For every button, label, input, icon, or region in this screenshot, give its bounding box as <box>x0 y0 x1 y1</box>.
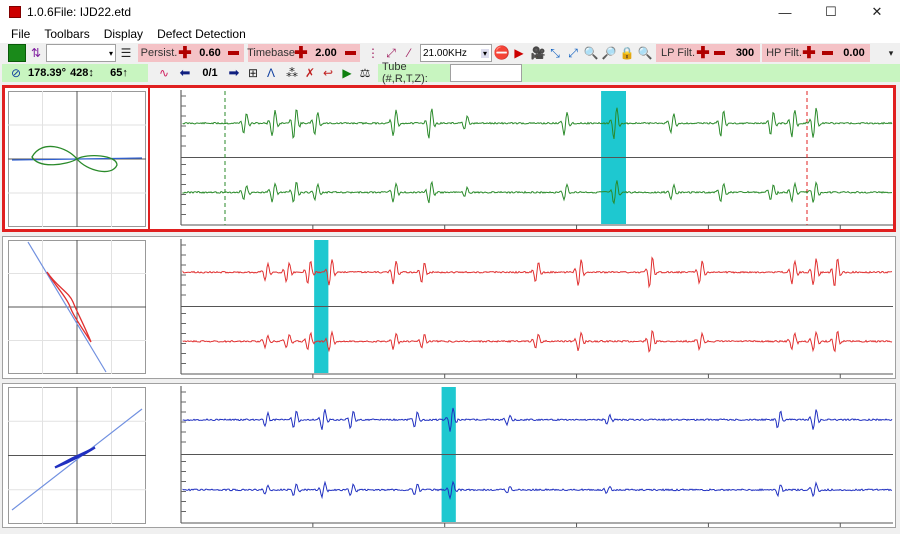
signal-trace <box>182 407 893 432</box>
grid-icon[interactable]: ⊞ <box>246 64 260 82</box>
zoom-reset-icon[interactable]: 🔍 <box>638 44 653 62</box>
prev-arrow-icon[interactable]: ⬅ <box>177 64 193 82</box>
lissajous-plot-1[interactable] <box>8 91 146 227</box>
status-strip <box>0 530 900 534</box>
menu-display[interactable]: Display <box>97 27 150 41</box>
lp-filter-plus-button[interactable]: ✚ <box>696 44 710 62</box>
menu-defect-detection[interactable]: Defect Detection <box>150 27 253 41</box>
maximize-button[interactable]: ☐ <box>808 0 854 24</box>
list-icon[interactable]: ☰ <box>119 44 133 62</box>
chevron-down-icon[interactable]: ▾ <box>480 48 489 58</box>
camera-icon[interactable]: 🎥 <box>530 44 546 62</box>
menu-file[interactable]: File <box>4 27 37 41</box>
lissajous-canvas-2 <box>8 240 146 374</box>
strip-chart-3[interactable] <box>153 384 893 527</box>
angle-readout: 178.39° <box>27 67 67 79</box>
app-window: 1.0.6File: IJD22.etd — ☐ ✕ File Toolbars… <box>0 0 900 534</box>
lissajous-plot-3[interactable] <box>8 387 146 524</box>
strip-canvas-1 <box>180 90 893 229</box>
peak-icon[interactable]: Λ <box>264 64 278 82</box>
signal-trace <box>182 256 893 289</box>
span-readout: 428↕ <box>70 67 94 79</box>
expand-icon[interactable]: ⤢ <box>566 44 580 62</box>
page-counter: 0/1 <box>202 67 218 79</box>
angle-icon[interactable]: ⁄ <box>402 44 416 62</box>
main-toolbar: ⇅ ▾ ☰ Persist. ✚ 0.60 Timebase ✚ 2.00 ⋮ … <box>0 43 900 63</box>
scatter-icon[interactable]: ⁂ <box>285 64 299 82</box>
lp-filter-label: LP Filt. <box>660 47 696 59</box>
measure-toolbar: ⊘ 178.39° 428↕ 65↑ ∿ ⬅ 0/1 ➡ ⊞ Λ ⁂ ✗ ↩ ▶… <box>0 61 900 85</box>
gain-readout: 65↑ <box>110 67 128 79</box>
zoom-out-icon[interactable]: 🔍 <box>584 44 599 62</box>
strip-chart-1[interactable] <box>153 88 893 229</box>
strip-canvas-3 <box>180 386 893 527</box>
channel-panel-1[interactable] <box>2 85 896 232</box>
tube-label: Tube (#,R,T,Z): <box>382 61 428 85</box>
forward-icon[interactable]: ▶ <box>339 64 355 82</box>
frequency-select[interactable]: 21.00KHz ▾ <box>420 44 492 62</box>
signal-trace <box>182 480 892 501</box>
app-icon <box>9 6 21 18</box>
channel-swap-icon[interactable]: ⇅ <box>28 44 44 62</box>
panel-divider <box>148 88 150 229</box>
next-arrow-icon[interactable]: ➡ <box>226 64 242 82</box>
undo-icon[interactable]: ↩ <box>321 64 335 82</box>
toolbar-overflow-icon[interactable]: ▾ <box>886 44 896 62</box>
hp-filter-plus-button[interactable]: ✚ <box>802 44 816 62</box>
lissajous-canvas-1 <box>8 91 146 227</box>
menu-toolbars[interactable]: Toolbars <box>37 27 96 41</box>
timebase-label: Timebase <box>247 47 295 59</box>
signal-icon[interactable]: ∿ <box>156 64 172 82</box>
strip-chart-2[interactable] <box>153 237 893 378</box>
minimize-button[interactable]: — <box>762 0 808 24</box>
zoom-in-icon[interactable]: 🔎 <box>602 44 617 62</box>
marker-icon[interactable]: ✗ <box>303 64 317 82</box>
stop-icon[interactable]: ⛔ <box>494 44 510 62</box>
rotate-icon[interactable]: ⤢ <box>384 44 398 62</box>
channel-panel-2[interactable] <box>2 236 896 379</box>
tube-input[interactable] <box>450 64 522 82</box>
persist-label: Persist. <box>140 47 178 59</box>
hp-filter-minus-button[interactable] <box>820 44 834 62</box>
signal-trace <box>182 107 893 140</box>
timebase-minus-button[interactable] <box>343 44 357 62</box>
strip-canvas-2 <box>180 239 893 378</box>
persist-plus-button[interactable]: ✚ <box>178 44 192 62</box>
signal-trace <box>182 180 892 205</box>
lissajous-canvas-3 <box>8 387 146 524</box>
balance-icon[interactable]: ⚖ <box>358 64 372 82</box>
signal-trace <box>182 329 893 353</box>
play-icon[interactable]: ▶ <box>512 44 526 62</box>
cursor-icon[interactable]: ⋮ <box>366 44 380 62</box>
channel-panel-3[interactable] <box>2 383 896 528</box>
color-swatch-button[interactable] <box>8 44 26 62</box>
lissajous-plot-2[interactable] <box>8 240 146 374</box>
lock-icon[interactable]: 🔒 <box>620 44 635 62</box>
lp-filter-minus-button[interactable] <box>712 44 726 62</box>
window-title: 1.0.6File: IJD22.etd <box>27 5 132 19</box>
title-bar: 1.0.6File: IJD22.etd — ☐ ✕ <box>0 0 900 24</box>
channel-select[interactable]: ▾ <box>46 44 116 62</box>
no-rotation-icon[interactable]: ⊘ <box>8 64 24 82</box>
hp-filter-label: HP Filt. <box>766 47 802 59</box>
menu-bar: File Toolbars Display Defect Detection <box>0 24 900 43</box>
frequency-value: 21.00KHz <box>423 47 467 59</box>
timebase-plus-button[interactable]: ✚ <box>294 44 308 62</box>
lp-filter-value: 300 <box>735 47 755 59</box>
persist-minus-button[interactable] <box>226 44 240 62</box>
hp-filter-value: 0.00 <box>843 47 865 59</box>
close-button[interactable]: ✕ <box>854 0 900 24</box>
timebase-value: 2.00 <box>315 47 337 59</box>
persist-value: 0.60 <box>199 47 221 59</box>
shrink-icon[interactable]: ⤡ <box>548 44 562 62</box>
